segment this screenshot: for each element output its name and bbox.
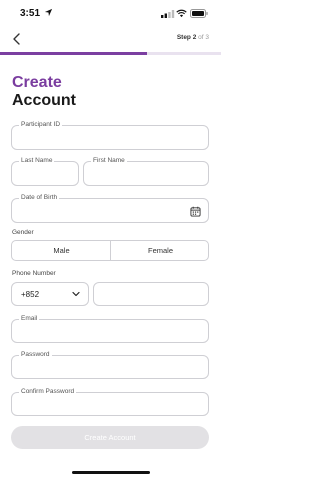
last-name-label: Last Name [19,157,55,164]
password-field[interactable]: Password [11,351,209,379]
step-current: 2 [192,34,197,41]
status-bar: 3:51 [0,0,221,26]
phone-number-label: Phone Number [12,270,56,277]
battery-icon [190,9,208,18]
home-indicator [72,471,150,474]
cellular-signal-icon [161,10,175,18]
date-of-birth-label: Date of Birth [19,194,60,201]
gender-label: Gender [12,229,34,236]
participant-id-label: Participant ID [19,121,63,128]
last-name-field[interactable]: Last Name [11,157,79,186]
participant-id-field[interactable]: Participant ID [11,121,209,150]
wifi-icon [176,9,187,18]
back-chevron-icon[interactable] [10,32,24,46]
first-name-label: First Name [91,157,127,164]
gender-option-male[interactable]: Male [12,241,111,260]
step-total: of 3 [198,34,209,41]
gender-option-female[interactable]: Female [111,241,210,260]
country-code-select[interactable]: +852 [11,282,89,306]
step-prefix: Step [176,34,191,41]
email-field[interactable]: Email [11,315,209,343]
country-code-value: +852 [21,290,40,299]
progress-fill [0,52,148,55]
location-arrow-icon [44,8,53,17]
page-title-line-1: Create [12,74,62,91]
date-of-birth-field[interactable]: Date of Birth [11,194,209,223]
email-label: Email [19,315,40,322]
chevron-down-icon [72,291,80,297]
first-name-field[interactable]: First Name [83,157,209,186]
create-account-button[interactable]: Create Account [11,426,209,449]
calendar-icon[interactable] [190,206,201,217]
gender-selector: Male Female [11,240,209,261]
confirm-password-label: Confirm Password [19,388,77,395]
progress-bar [0,52,221,55]
phone-number-input[interactable] [93,282,209,306]
status-time: 3:51 [20,8,41,19]
password-label: Password [19,351,52,358]
step-indicator: Step 2 of 3 [177,34,209,41]
page-title-line-2: Account [12,92,76,109]
confirm-password-field[interactable]: Confirm Password [11,388,209,416]
